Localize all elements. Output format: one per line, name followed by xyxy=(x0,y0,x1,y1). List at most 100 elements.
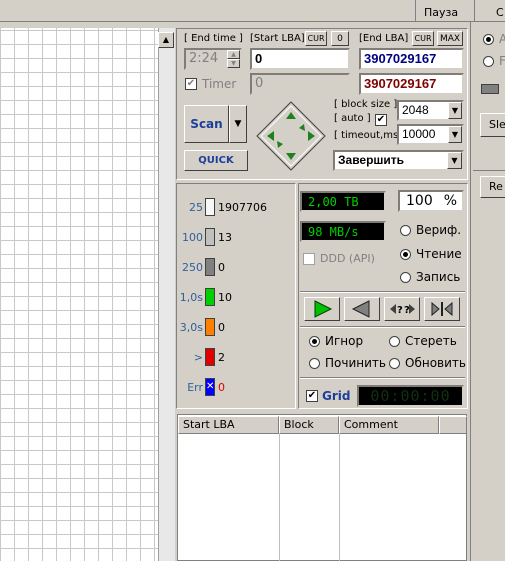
start-lba-input[interactable]: 0 xyxy=(250,48,350,70)
legend-threshold-label: 25 xyxy=(189,201,203,214)
start-cur-button[interactable]: CUR xyxy=(305,31,327,46)
ignore-radio[interactable] xyxy=(309,336,320,347)
start-zero-button[interactable]: 0 xyxy=(331,31,349,46)
erase-radio[interactable] xyxy=(389,336,400,347)
end-lba-label: [End LBA] xyxy=(359,33,409,44)
spin-down-icon[interactable]: ▼ xyxy=(227,59,240,68)
spin-up-icon[interactable]: ▲ xyxy=(227,50,240,59)
legend-color-swatch xyxy=(205,198,215,216)
legend-count: 0 xyxy=(218,381,225,394)
pause-button[interactable]: Пауза xyxy=(424,6,458,19)
side-option-f-label: F xyxy=(499,54,505,68)
legend-color-swatch xyxy=(205,228,215,246)
legend-threshold-label: Err xyxy=(187,381,203,394)
percent-display: 100 % xyxy=(398,190,464,212)
column-line xyxy=(339,434,340,561)
verify-radio[interactable] xyxy=(400,225,411,236)
status-panel xyxy=(298,183,468,409)
erase-label: Стереть xyxy=(405,334,457,348)
ddd-label: DDD (API) xyxy=(320,252,375,265)
toolbar-divider xyxy=(474,0,475,22)
end-time-label: [ End time ] xyxy=(184,33,243,44)
legend-color-swatch xyxy=(205,258,215,276)
butterfly-button[interactable] xyxy=(424,297,460,321)
end-lba-input[interactable]: 3907029167 xyxy=(359,48,464,70)
refresh-label: Обновить xyxy=(405,356,466,370)
play-icon xyxy=(314,300,333,318)
side-option-f-radio[interactable] xyxy=(483,56,494,67)
play-button[interactable] xyxy=(304,297,340,321)
finish-action-dropdown-icon[interactable]: ▼ xyxy=(447,152,462,169)
reverse-icon xyxy=(351,300,370,318)
direction-pad[interactable] xyxy=(255,100,327,172)
legend-color-swatch xyxy=(205,318,215,336)
write-radio[interactable] xyxy=(400,272,411,283)
scroll-up-arrow-icon[interactable]: ▲ xyxy=(158,32,174,48)
capacity-display: 2,00 TB xyxy=(300,191,386,212)
random-seek-icon: ?? xyxy=(390,304,415,316)
percent-value: 100 xyxy=(406,193,433,209)
grid-label: Grid xyxy=(322,389,351,403)
refresh-radio[interactable] xyxy=(389,358,400,369)
right-side-panel xyxy=(470,22,505,561)
end-cur-button[interactable]: CUR xyxy=(412,31,434,46)
divider xyxy=(300,291,465,293)
divider xyxy=(300,326,465,328)
legend-threshold-label: 250 xyxy=(182,261,203,274)
ignore-label: Игнор xyxy=(325,334,364,348)
reverse-button[interactable] xyxy=(344,297,380,321)
legend-threshold-label: 3,0s xyxy=(179,321,203,334)
end-lba-readout: 3907029167 xyxy=(359,73,464,95)
sleep-button[interactable]: Sle xyxy=(480,113,505,137)
random-button[interactable]: ?? xyxy=(384,297,420,321)
legend-count: 2 xyxy=(218,351,225,364)
read-radio[interactable] xyxy=(400,249,411,260)
timer-input[interactable]: 0 xyxy=(250,73,350,95)
legend-count: 1907706 xyxy=(218,201,267,214)
elapsed-timer-display: 00:00:00 xyxy=(357,385,464,407)
butterfly-icon xyxy=(431,301,453,317)
finish-action-select[interactable]: Завершить xyxy=(333,150,464,171)
block-size-dropdown-icon[interactable]: ▼ xyxy=(448,102,462,119)
reset-button[interactable]: Re xyxy=(480,176,505,198)
column-header-filler xyxy=(439,416,467,434)
quick-button[interactable]: QUICK xyxy=(184,150,248,171)
percent-unit: % xyxy=(443,193,457,209)
scan-dropdown-arrow-icon[interactable]: ▼ xyxy=(229,105,247,143)
block-size-label: [ block size ] xyxy=(334,99,398,110)
svg-text:?: ? xyxy=(397,305,403,316)
verify-label: Вериф. xyxy=(416,223,462,237)
toolbar-divider xyxy=(415,0,416,22)
legend-error-swatch-icon: ✕ xyxy=(205,378,215,396)
legend-color-swatch xyxy=(205,288,215,306)
timeout-dropdown-icon[interactable]: ▼ xyxy=(448,126,462,143)
results-table[interactable] xyxy=(177,414,467,561)
side-option-a-label: A xyxy=(499,32,505,46)
legend-color-swatch xyxy=(205,348,215,366)
side-option-a-radio[interactable] xyxy=(483,34,494,45)
write-label: Запись xyxy=(416,270,461,284)
repair-label: Починить xyxy=(325,356,386,370)
column-header-start-lba[interactable]: Start LBA xyxy=(178,416,279,434)
scan-button[interactable]: Scan xyxy=(184,105,229,143)
timeout-label: [ timeout,ms ] xyxy=(334,130,406,141)
read-label: Чтение xyxy=(416,247,462,261)
legend-count: 0 xyxy=(218,321,225,334)
start-lba-label: [Start LBA] xyxy=(250,33,305,44)
timer-label: Timer xyxy=(202,77,237,91)
auto-checkbox[interactable]: ✔ xyxy=(375,114,387,126)
auto-label: [ auto ] xyxy=(334,113,371,124)
repair-radio[interactable] xyxy=(309,358,320,369)
divider xyxy=(300,377,465,379)
column-header-comment[interactable]: Comment xyxy=(339,416,439,434)
grid-checkbox[interactable]: ✔ xyxy=(306,390,318,402)
legend-threshold-label: 100 xyxy=(182,231,203,244)
timer-checkbox[interactable]: ✔ xyxy=(185,78,197,90)
max-button[interactable]: MAX xyxy=(437,31,463,46)
legend-count: 13 xyxy=(218,231,232,244)
column-header-block[interactable]: Block xyxy=(279,416,339,434)
stop-button[interactable]: С xyxy=(496,6,504,19)
scan-map-grid[interactable] xyxy=(0,28,172,561)
ddd-checkbox[interactable] xyxy=(303,253,315,265)
legend-count: 10 xyxy=(218,291,232,304)
